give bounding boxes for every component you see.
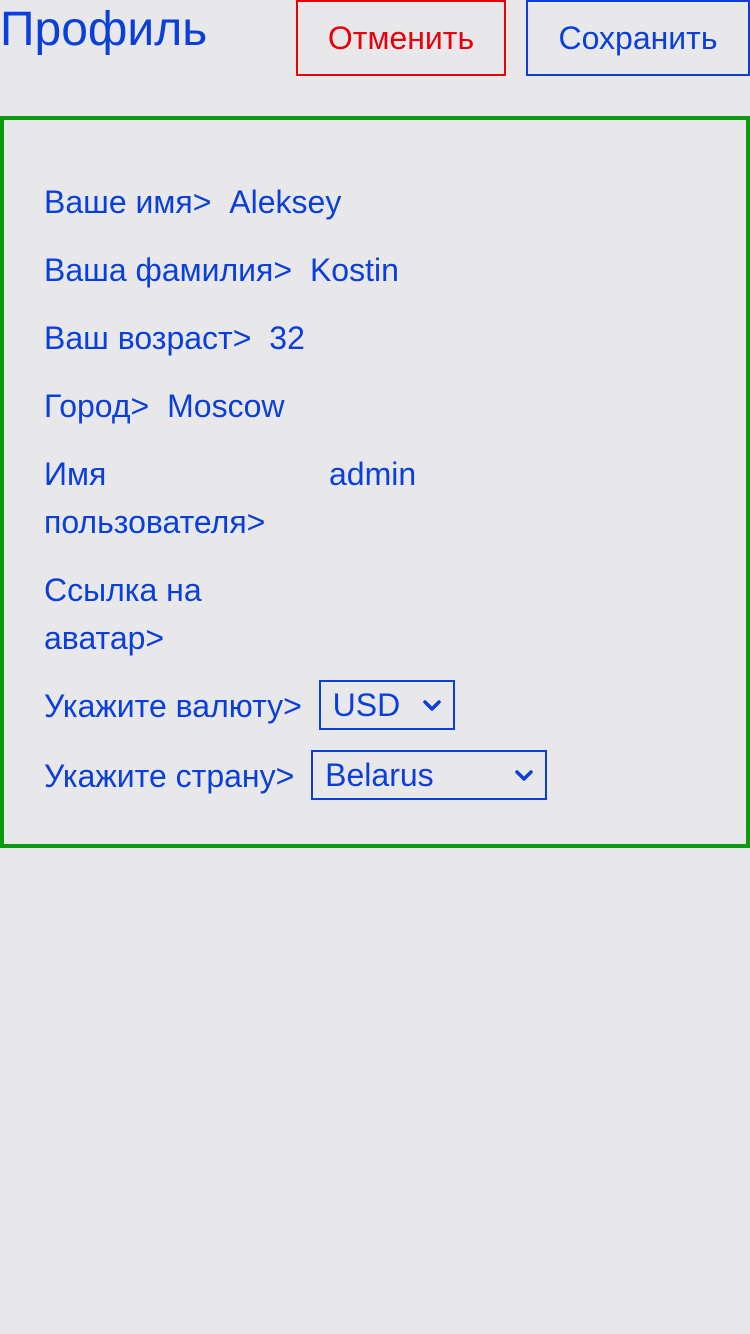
avatar-label-line2: аватар>: [44, 620, 165, 656]
username-label-line1: Имя: [44, 456, 107, 492]
avatar-label-line1: Ссылка на: [44, 572, 202, 608]
cancel-button[interactable]: Отменить: [296, 0, 506, 76]
country-label: Укажите страну>: [44, 758, 295, 794]
avatar-label: Ссылка на аватар>: [44, 566, 314, 662]
country-row: Укажите страну> Belarus: [44, 750, 548, 800]
city-value[interactable]: Moscow: [167, 382, 284, 430]
currency-selected-value: USD: [332, 687, 401, 723]
username-label-line2: пользователя>: [44, 504, 266, 540]
username-row: Имя пользователя> admin: [44, 450, 416, 546]
chevron-down-icon: [422, 700, 441, 711]
last-name-row: Ваша фамилия> Kostin: [44, 246, 399, 294]
age-value[interactable]: 32: [269, 314, 305, 362]
last-name-label: Ваша фамилия>: [44, 252, 293, 288]
first-name-row: Ваше имя> Aleksey: [44, 178, 341, 226]
avatar-row: Ссылка на аватар>: [44, 566, 326, 662]
currency-row: Укажите валюту> USD: [44, 680, 455, 730]
age-label: Ваш возраст>: [44, 320, 252, 356]
age-row: Ваш возраст> 32: [44, 314, 305, 362]
profile-form-panel: Ваше имя> Aleksey Ваша фамилия> Kostin В…: [0, 116, 750, 848]
first-name-value[interactable]: Aleksey: [229, 178, 341, 226]
chevron-down-icon: [515, 770, 533, 781]
country-selected-value: Belarus: [325, 757, 434, 793]
last-name-value[interactable]: Kostin: [310, 246, 399, 294]
city-label: Город>: [44, 388, 150, 424]
country-select[interactable]: Belarus: [311, 750, 548, 800]
first-name-label: Ваше имя>: [44, 184, 212, 220]
save-button[interactable]: Сохранить: [526, 0, 750, 76]
username-label: Имя пользователя>: [44, 450, 314, 546]
page-title: Профиль: [0, 3, 208, 56]
city-row: Город> Moscow: [44, 382, 284, 430]
currency-label: Укажите валюту>: [44, 688, 302, 724]
currency-select[interactable]: USD: [318, 680, 455, 730]
username-value[interactable]: admin: [329, 450, 416, 498]
